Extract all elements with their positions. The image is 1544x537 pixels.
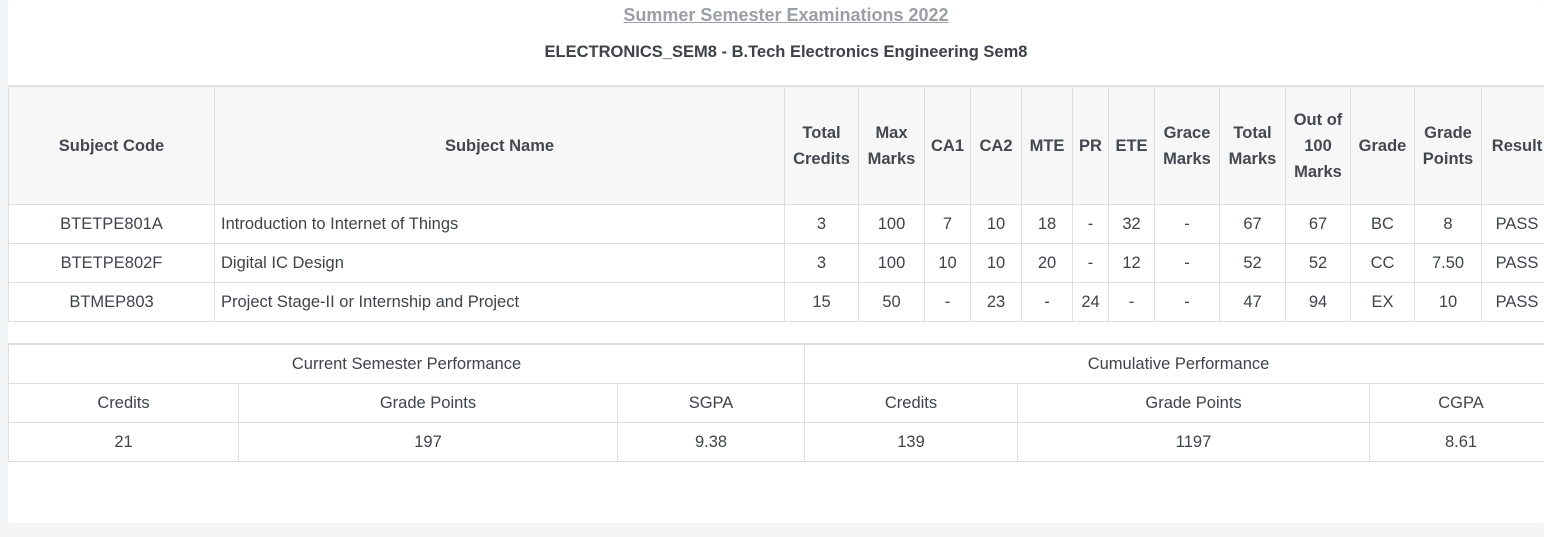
cell-ca2: 23	[970, 282, 1022, 322]
header-result: Result	[1481, 86, 1544, 205]
header-ca2: CA2	[970, 86, 1022, 205]
cell-grade: BC	[1350, 204, 1415, 244]
cell-subject-name: Introduction to Internet of Things	[214, 204, 785, 244]
cell-mte: 20	[1021, 243, 1073, 283]
current-grade-points-value: 197	[238, 422, 618, 462]
cumulative-grade-points-value: 1197	[1017, 422, 1371, 462]
cgpa-value: 8.61	[1369, 422, 1544, 462]
sgpa-label: SGPA	[616, 383, 806, 423]
cell-ca1: 7	[924, 204, 971, 244]
cell-subject-name: Digital IC Design	[214, 243, 785, 283]
header-total-credits: Total Credits	[784, 86, 859, 205]
result-card: Summer Semester Examinations 2022 ELECTR…	[8, 0, 1544, 523]
cell-ca2: 10	[970, 243, 1022, 283]
cell-ca1: 10	[924, 243, 971, 283]
cumulative-credits-label: Credits	[804, 383, 1019, 423]
table-row: BTMEP803 Project Stage-II or Internship …	[8, 282, 1544, 322]
cell-subject-code: BTMEP803	[8, 282, 215, 322]
cell-max-marks: 100	[858, 204, 925, 244]
cell-out-of-100: 94	[1285, 282, 1351, 322]
sgpa-value: 9.38	[616, 422, 806, 462]
exam-title: Summer Semester Examinations 2022	[8, 4, 1544, 26]
exam-title-link[interactable]: Summer Semester Examinations 2022	[623, 5, 948, 25]
cell-subject-name: Project Stage-II or Internship and Proje…	[214, 282, 785, 322]
cell-ete: 32	[1108, 204, 1155, 244]
cell-max-marks: 100	[858, 243, 925, 283]
header-subject-name: Subject Name	[214, 86, 785, 205]
cell-grace-marks: -	[1154, 282, 1220, 322]
cell-result: PASS	[1481, 282, 1544, 322]
header-mte: MTE	[1021, 86, 1073, 205]
performance-value-row: 21 197 9.38 139 1197 8.61	[8, 422, 1544, 462]
performance-group-row: Current Semester Performance Cumulative …	[8, 343, 1544, 384]
cell-mte: 18	[1021, 204, 1073, 244]
cell-ca1: -	[924, 282, 971, 322]
header-out-of-100: Out of 100 Marks	[1285, 86, 1351, 205]
cell-pr: 24	[1072, 282, 1109, 322]
current-semester-performance-title: Current Semester Performance	[8, 343, 806, 384]
header-grade-points: Grade Points	[1414, 86, 1482, 205]
current-grade-points-label: Grade Points	[238, 383, 618, 423]
performance-label-row: Credits Grade Points SGPA Credits Grade …	[8, 383, 1544, 423]
cell-subject-code: BTETPE801A	[8, 204, 215, 244]
header-total-marks: Total Marks	[1219, 86, 1286, 205]
cell-mte: -	[1021, 282, 1073, 322]
header-ca1: CA1	[924, 86, 971, 205]
cell-out-of-100: 67	[1285, 204, 1351, 244]
cell-total-marks: 52	[1219, 243, 1286, 283]
cell-grade-points: 8	[1414, 204, 1482, 244]
cell-grade-points: 10	[1414, 282, 1482, 322]
cumulative-grade-points-label: Grade Points	[1017, 383, 1371, 423]
cell-grade-points: 7.50	[1414, 243, 1482, 283]
current-credits-label: Credits	[8, 383, 239, 423]
cell-pr: -	[1072, 243, 1109, 283]
cell-out-of-100: 52	[1285, 243, 1351, 283]
cumulative-credits-value: 139	[804, 422, 1019, 462]
marks-table-header-row: Subject Code Subject Name Total Credits …	[8, 86, 1544, 205]
cell-total-credits: 3	[784, 243, 859, 283]
header-grace-marks: Grace Marks	[1154, 86, 1220, 205]
header-grade: Grade	[1350, 86, 1415, 205]
cell-grade: CC	[1350, 243, 1415, 283]
program-title: ELECTRONICS_SEM8 - B.Tech Electronics En…	[544, 43, 1028, 61]
cell-total-credits: 3	[784, 204, 859, 244]
cell-pr: -	[1072, 204, 1109, 244]
cell-grace-marks: -	[1154, 204, 1220, 244]
cell-subject-code: BTETPE802F	[8, 243, 215, 283]
marks-table: Subject Code Subject Name Total Credits …	[8, 86, 1544, 322]
table-row: BTETPE801A Introduction to Internet of T…	[8, 204, 1544, 244]
current-credits-value: 21	[8, 422, 239, 462]
cgpa-label: CGPA	[1369, 383, 1544, 423]
cell-result: PASS	[1481, 204, 1544, 244]
header-max-marks: Max Marks	[858, 86, 925, 205]
cell-total-marks: 67	[1219, 204, 1286, 244]
table-row: BTETPE802F Digital IC Design 3 100 10 10…	[8, 243, 1544, 283]
cell-ca2: 10	[970, 204, 1022, 244]
cell-result: PASS	[1481, 243, 1544, 283]
cell-max-marks: 50	[858, 282, 925, 322]
header-subject-code: Subject Code	[8, 86, 215, 205]
cell-grace-marks: -	[1154, 243, 1220, 283]
cell-ete: -	[1108, 282, 1155, 322]
performance-table: Current Semester Performance Cumulative …	[8, 343, 1544, 462]
cell-grade: EX	[1350, 282, 1415, 322]
header-pr: PR	[1072, 86, 1109, 205]
cumulative-performance-title: Cumulative Performance	[804, 343, 1544, 384]
header-ete: ETE	[1108, 86, 1155, 205]
cell-total-marks: 47	[1219, 282, 1286, 322]
cell-total-credits: 15	[784, 282, 859, 322]
cell-ete: 12	[1108, 243, 1155, 283]
